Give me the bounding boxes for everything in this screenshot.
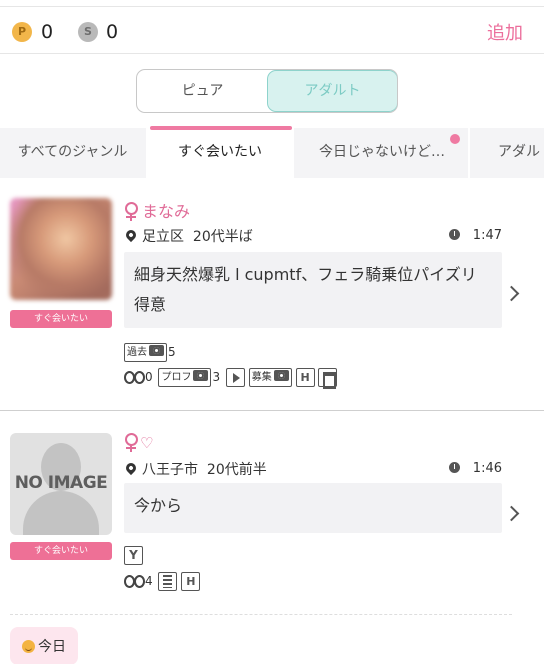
today-chip-label: 今日 — [38, 639, 66, 655]
genre-tabs: すべてのジャンル すぐ会いたい 今日じゃないけど… アダル — [0, 128, 544, 178]
tab-adult[interactable]: アダル — [470, 128, 544, 178]
poster-location-line: 八王子市 20代前半 — [123, 459, 267, 479]
smile-icon — [22, 640, 35, 653]
views-count: 0 — [145, 370, 153, 384]
post-time-text: 1:46 — [472, 461, 502, 476]
calculator-icon — [318, 368, 338, 389]
poster-age: 20代前半 — [206, 462, 267, 478]
tab-meet-now[interactable]: すぐ会いたい — [146, 128, 294, 178]
heart-icon: ♡ — [140, 434, 154, 452]
camera-icon — [149, 345, 164, 356]
profile-photo-tag: プロフ — [158, 368, 212, 387]
post-message[interactable]: 今から — [124, 483, 502, 533]
location-pin-icon — [123, 227, 139, 243]
views-count: 4 — [145, 574, 153, 588]
post-time-text: 1:47 — [472, 228, 502, 243]
poster-name: まなみ — [142, 202, 191, 221]
past-photo-label: 過去 — [127, 347, 147, 358]
tag-row-attributes: 4 — [124, 571, 201, 591]
clock-icon — [448, 462, 460, 473]
tab-not-today[interactable]: 今日じゃないけど… — [296, 128, 468, 178]
no-image-label: NO IMAGE — [14, 473, 108, 493]
post-time: 1:46 — [448, 461, 502, 476]
new-notification-dot — [450, 134, 460, 144]
add-points-button[interactable]: 追加 — [487, 19, 523, 45]
location-pin-icon — [123, 460, 139, 476]
chevron-right-icon[interactable] — [503, 505, 520, 522]
past-photo-tag: 過去 — [124, 343, 167, 362]
profile-photo-count: 3 — [212, 370, 221, 384]
video-icon — [225, 368, 245, 387]
past-photo-count: 5 — [168, 345, 176, 359]
avatar-placeholder-body — [23, 491, 99, 535]
hotel-icon — [295, 368, 315, 387]
post-thumbnail-placeholder[interactable]: NO IMAGE — [10, 433, 112, 535]
post-time: 1:47 — [448, 228, 502, 243]
tab-all-genres[interactable]: すべてのジャンル — [0, 128, 145, 178]
point-coin-icon: P — [12, 22, 32, 42]
female-icon — [124, 433, 138, 452]
poster-location: 八王子市 — [142, 462, 198, 478]
post-card[interactable]: すぐ会いたい まなみ 足立区 20代半ば 1:47 細身天然爆乳 l cupmt… — [0, 178, 544, 410]
post-message[interactable]: 細身天然爆乳 l cupmtf、フェラ騎乗位パイズリ得意 — [124, 252, 502, 328]
chevron-right-icon[interactable] — [503, 285, 520, 302]
recruit-photo-label: 募集 — [251, 372, 272, 383]
recruit-photo-tag: 募集 — [248, 368, 292, 387]
tag-row-attributes: 0 プロフ 3 募集 — [124, 367, 338, 389]
segment-pure[interactable]: ピュア — [137, 70, 268, 112]
point-balance: 0 — [41, 21, 54, 43]
poster-location-line: 足立区 20代半ば — [123, 226, 253, 246]
clock-icon — [448, 229, 460, 240]
pure-adult-toggle: ピュア アダルト — [136, 69, 398, 113]
views-icon — [124, 573, 145, 588]
views-icon — [124, 369, 145, 384]
poster-name-line: まなみ — [124, 198, 190, 222]
post-card[interactable]: NO IMAGE すぐ会いたい ♡ 八王子市 20代前半 1:46 今から 4 — [0, 411, 544, 616]
poster-age: 20代半ば — [192, 229, 253, 245]
tag-row-type — [124, 545, 143, 565]
segment-adult[interactable]: アダルト — [267, 70, 397, 112]
poster-location: 足立区 — [142, 229, 184, 245]
service-point-balance: 0 — [106, 21, 119, 43]
document-icon — [158, 572, 178, 591]
meet-now-badge: すぐ会いたい — [10, 542, 112, 560]
hotel-icon — [181, 572, 201, 591]
profile-photo-label: プロフ — [161, 372, 192, 383]
service-coin-icon: S — [78, 22, 98, 42]
section-divider — [10, 614, 512, 615]
today-filter-chip[interactable]: 今日 — [10, 627, 78, 664]
points-bar: P 0 S 0 追加 — [0, 6, 544, 54]
camera-icon — [273, 370, 289, 381]
female-icon — [124, 202, 138, 221]
poster-name-line: ♡ — [124, 433, 153, 452]
meet-now-badge: すぐ会いたい — [10, 310, 112, 328]
beginner-icon — [124, 546, 143, 565]
active-tab-indicator — [150, 126, 292, 130]
post-thumbnail[interactable] — [10, 198, 112, 300]
tag-row-past: 過去 5 — [124, 342, 178, 362]
camera-icon — [193, 370, 209, 381]
